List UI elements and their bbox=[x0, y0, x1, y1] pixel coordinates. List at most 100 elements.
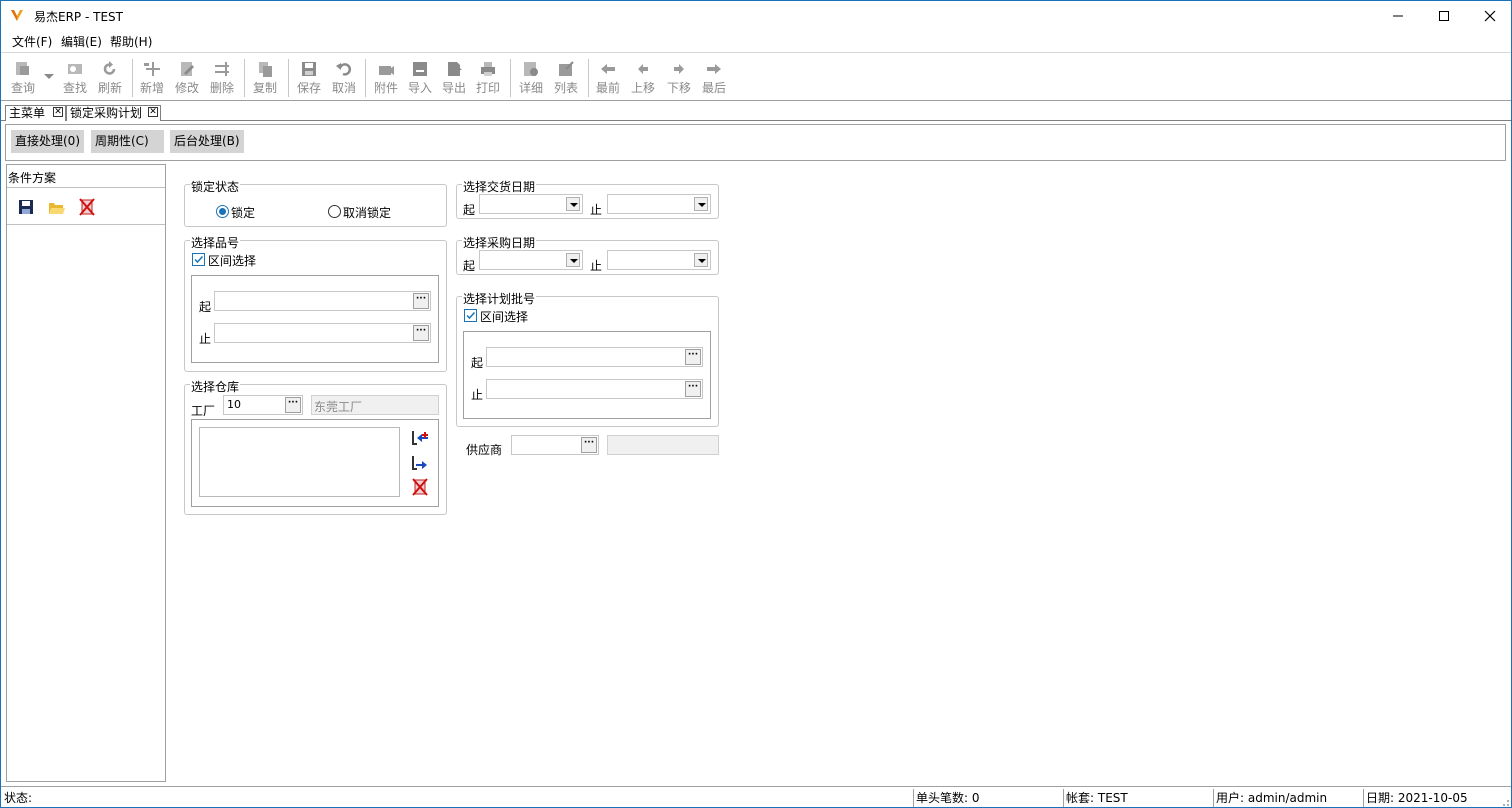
add-button[interactable]: 新增 bbox=[134, 57, 170, 99]
item-to-lookup-button[interactable]: ··· bbox=[413, 325, 429, 341]
save-button[interactable]: 保存 bbox=[291, 57, 327, 99]
export-button[interactable]: 导出 bbox=[436, 57, 472, 99]
chevron-down-icon[interactable] bbox=[566, 197, 580, 211]
cancel-button[interactable]: 取消 bbox=[326, 57, 362, 99]
item-to-field[interactable]: ··· bbox=[214, 323, 431, 343]
action-bar: 直接处理(0) 周期性(C) 后台处理(B) bbox=[5, 124, 1506, 161]
lock-radio[interactable] bbox=[216, 205, 229, 218]
copy-icon bbox=[259, 62, 272, 77]
unlock-radio[interactable] bbox=[328, 205, 341, 218]
delete-scheme-icon[interactable] bbox=[79, 198, 95, 216]
cancel-label: 取消 bbox=[331, 81, 356, 95]
clear-list-icon[interactable] bbox=[411, 478, 429, 496]
item-range-label: 区间选择 bbox=[208, 254, 257, 268]
tab-lock-purchase-plan[interactable]: 锁定采购计划 ✕ bbox=[66, 105, 161, 121]
item-from-lookup-button[interactable]: ··· bbox=[413, 293, 429, 309]
add-to-list-icon[interactable] bbox=[411, 430, 429, 446]
divider bbox=[7, 224, 165, 225]
unlock-radio-label: 取消锁定 bbox=[343, 206, 392, 220]
import-button[interactable]: 导入 bbox=[402, 57, 438, 99]
supplier-field[interactable]: ··· bbox=[511, 435, 599, 455]
factory-name: 东莞工厂 bbox=[314, 400, 363, 414]
chevron-down-icon[interactable] bbox=[566, 253, 580, 267]
close-window-button[interactable] bbox=[1467, 1, 1511, 31]
account-info: 帐套: TEST bbox=[1066, 791, 1128, 805]
item-range-checkbox[interactable] bbox=[192, 253, 205, 266]
item-from-field[interactable]: ··· bbox=[214, 291, 431, 311]
batch-range-checkbox[interactable] bbox=[464, 309, 477, 322]
copy-button[interactable]: 复制 bbox=[247, 57, 283, 99]
close-icon bbox=[1484, 10, 1496, 22]
prev-button[interactable]: 上移 bbox=[625, 57, 661, 99]
menu-help[interactable]: 帮助(H) bbox=[110, 33, 152, 50]
list-button[interactable]: 列表 bbox=[548, 57, 584, 99]
find-icon bbox=[68, 64, 82, 74]
factory-field[interactable]: 10 ··· bbox=[223, 395, 303, 415]
batch-to-field[interactable]: ··· bbox=[486, 379, 703, 399]
last-button[interactable]: 最后 bbox=[696, 57, 732, 99]
title-bar: 易杰ERP - TEST bbox=[1, 1, 1511, 31]
check-icon bbox=[466, 311, 476, 320]
detail-button[interactable]: 详细 bbox=[513, 57, 549, 99]
edit-button[interactable]: 修改 bbox=[169, 57, 205, 99]
toolbar-divider bbox=[244, 59, 245, 97]
save-label: 保存 bbox=[296, 81, 321, 95]
purchase-to-date[interactable] bbox=[607, 250, 711, 270]
maximize-button[interactable] bbox=[1421, 1, 1467, 31]
lock-status-title: 锁定状态 bbox=[190, 178, 241, 195]
export-icon bbox=[448, 62, 462, 76]
minimize-button[interactable] bbox=[1375, 1, 1421, 31]
next-button[interactable]: 下移 bbox=[661, 57, 697, 99]
menu-file[interactable]: 文件(F) bbox=[12, 33, 52, 50]
factory-label: 工厂 bbox=[191, 404, 216, 418]
supplier-lookup-button[interactable]: ··· bbox=[581, 437, 597, 453]
tab-close-icon[interactable]: ✕ bbox=[148, 107, 158, 117]
export-label: 导出 bbox=[441, 81, 466, 95]
batch-from-field[interactable]: ··· bbox=[486, 347, 703, 367]
edit-label: 修改 bbox=[174, 81, 199, 95]
batch-from-lookup-button[interactable]: ··· bbox=[685, 349, 701, 365]
periodic-button[interactable]: 周期性(C) bbox=[91, 130, 164, 153]
batch-to-lookup-button[interactable]: ··· bbox=[685, 381, 701, 397]
query-button[interactable]: 查询 bbox=[5, 57, 41, 99]
move-to-list-icon[interactable] bbox=[411, 455, 429, 471]
resize-grip-icon[interactable] bbox=[1498, 795, 1510, 807]
direct-process-button[interactable]: 直接处理(0) bbox=[11, 130, 84, 153]
condition-scheme-title: 条件方案 bbox=[8, 171, 57, 185]
user-info: 用户: admin/admin bbox=[1216, 791, 1328, 805]
check-icon bbox=[194, 255, 204, 264]
chevron-down-icon[interactable] bbox=[694, 253, 708, 267]
delete-button[interactable]: 删除 bbox=[204, 57, 240, 99]
query-dropdown-icon[interactable] bbox=[44, 74, 54, 80]
warehouse-list[interactable] bbox=[199, 427, 400, 497]
toolbar-divider bbox=[365, 59, 366, 97]
chevron-down-icon[interactable] bbox=[694, 197, 708, 211]
list-icon bbox=[559, 61, 574, 76]
tab-main-menu[interactable]: 主菜单 ✕ bbox=[5, 105, 66, 121]
toolbar-divider bbox=[132, 59, 133, 97]
save-scheme-icon[interactable] bbox=[18, 199, 34, 215]
first-button[interactable]: 最前 bbox=[590, 57, 626, 99]
print-button[interactable]: 打印 bbox=[470, 57, 506, 99]
find-button[interactable]: 查找 bbox=[57, 57, 93, 99]
query-icon bbox=[16, 62, 29, 75]
open-folder-icon[interactable] bbox=[48, 200, 66, 215]
detail-label: 详细 bbox=[518, 81, 543, 95]
delivery-to-date[interactable] bbox=[607, 194, 711, 214]
prev-label: 上移 bbox=[630, 81, 655, 95]
refresh-button[interactable]: 刷新 bbox=[92, 57, 128, 99]
background-process-button[interactable]: 后台处理(B) bbox=[170, 130, 244, 153]
delivery-from-date[interactable] bbox=[479, 194, 583, 214]
tab-close-icon[interactable]: ✕ bbox=[53, 107, 63, 117]
import-icon bbox=[413, 62, 427, 76]
supplier-name-field bbox=[607, 435, 719, 455]
factory-lookup-button[interactable]: ··· bbox=[285, 397, 301, 413]
menu-edit[interactable]: 编辑(E) bbox=[61, 33, 102, 50]
purchase-from-date[interactable] bbox=[479, 250, 583, 270]
attach-button[interactable]: 附件 bbox=[368, 57, 404, 99]
item-to-label: 止 bbox=[199, 332, 212, 346]
purchase-date-title: 选择采购日期 bbox=[462, 234, 537, 251]
record-count: 单头笔数: 0 bbox=[916, 791, 980, 805]
factory-value: 10 bbox=[227, 398, 241, 411]
delete-label: 删除 bbox=[209, 81, 234, 95]
